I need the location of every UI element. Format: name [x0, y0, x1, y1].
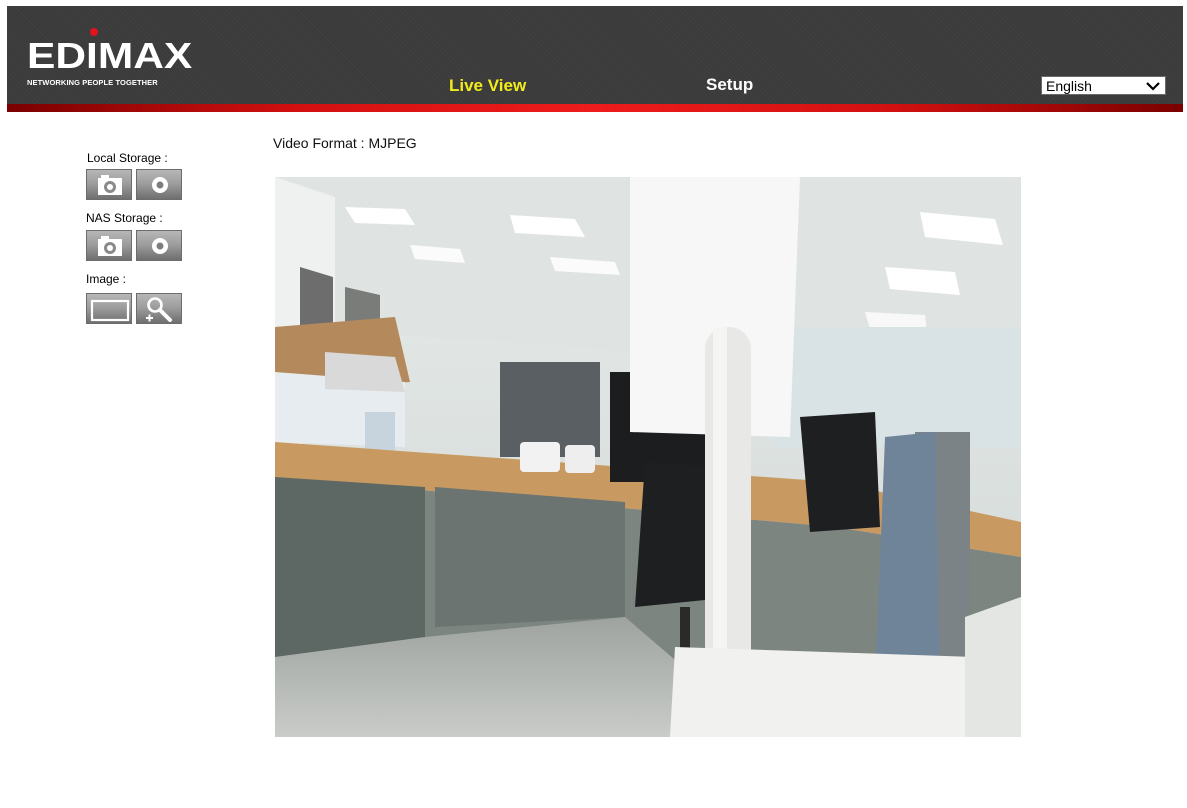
logo-tagline: NETWORKING PEOPLE TOGETHER — [27, 78, 158, 87]
language-select[interactable]: English — [1041, 76, 1166, 95]
chevron-down-icon — [1146, 82, 1160, 91]
local-storage-label: Local Storage : — [87, 151, 168, 165]
nav-live-view[interactable]: Live View — [449, 76, 526, 96]
header-accent-line — [7, 104, 1183, 112]
fullscreen-button[interactable] — [86, 293, 132, 324]
record-icon — [152, 238, 168, 254]
nav-setup[interactable]: Setup — [706, 75, 753, 95]
fullscreen-icon — [90, 299, 130, 322]
zoom-button[interactable] — [136, 293, 182, 324]
language-selected-value: English — [1046, 78, 1092, 94]
camera-icon — [98, 236, 122, 256]
camera-icon — [98, 175, 122, 195]
image-label: Image : — [86, 272, 127, 286]
live-video-feed[interactable] — [275, 177, 1021, 737]
zoom-icon — [146, 297, 172, 322]
edimax-logo: EDIMAX NETWORKING PEOPLE TOGETHER — [27, 28, 197, 88]
logo-wordmark: EDIMAX — [27, 35, 193, 76]
nas-record-button[interactable] — [136, 230, 182, 261]
camera-scene — [275, 177, 1021, 737]
nas-snapshot-button[interactable] — [86, 230, 132, 261]
video-format-label: Video Format : MJPEG — [273, 135, 417, 151]
record-icon — [152, 177, 168, 193]
local-record-button[interactable] — [136, 169, 182, 200]
local-snapshot-button[interactable] — [86, 169, 132, 200]
nas-storage-label: NAS Storage : — [86, 211, 163, 225]
